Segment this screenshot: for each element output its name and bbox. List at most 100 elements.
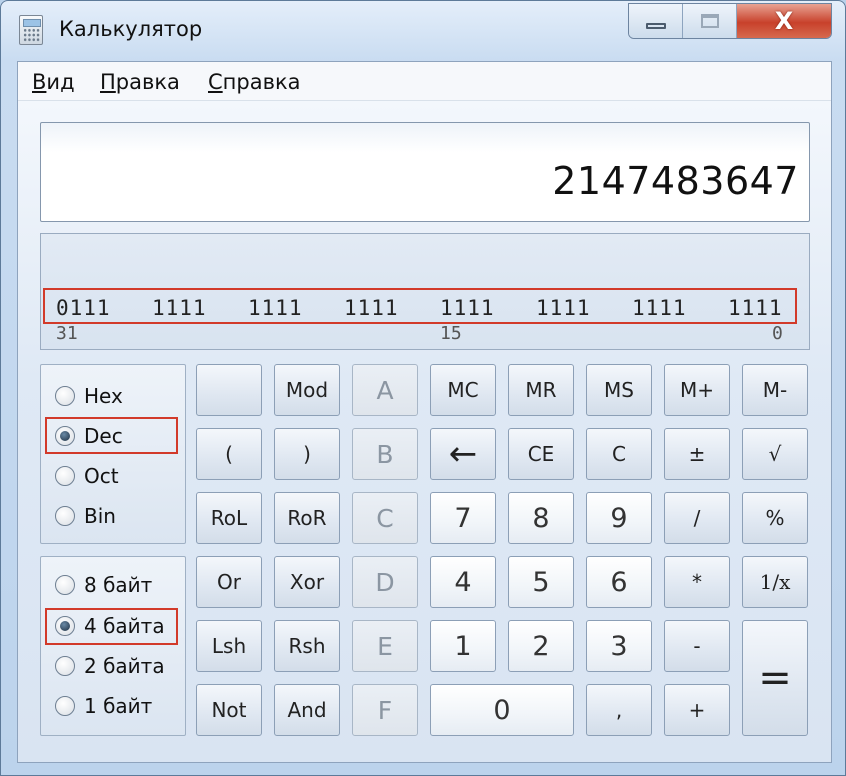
maximize-button[interactable] — [683, 4, 737, 38]
radio-dword-label: 4 байта — [84, 614, 165, 638]
menu-edit[interactable]: Правка — [100, 70, 180, 94]
right-shift-button[interactable]: Rsh — [274, 620, 340, 672]
radio-qword-label: 8 байт — [84, 573, 153, 597]
bit-display: 0111 1111 1111 1111 1111 1111 1111 1111 … — [40, 233, 810, 350]
backspace-button[interactable]: ← — [430, 428, 496, 480]
multiply-button[interactable]: * — [664, 556, 730, 608]
hex-a-button[interactable]: A — [352, 364, 418, 416]
hex-d-button[interactable]: D — [352, 556, 418, 608]
radio-byte[interactable]: 1 байт — [55, 692, 152, 720]
menu-view[interactable]: Вид — [32, 70, 75, 94]
equals-button[interactable]: = — [742, 620, 808, 736]
memory-clear-button[interactable]: MC — [430, 364, 496, 416]
digit-5-button[interactable]: 5 — [508, 556, 574, 608]
decimal-button[interactable]: , — [586, 684, 652, 736]
plus-button[interactable]: + — [664, 684, 730, 736]
calculator-icon — [19, 15, 43, 45]
memory-recall-button[interactable]: MR — [508, 364, 574, 416]
radio-button[interactable] — [55, 696, 75, 716]
radio-button-selected[interactable] — [55, 616, 75, 636]
hex-e-button[interactable]: E — [352, 620, 418, 672]
digit-1-button[interactable]: 1 — [430, 620, 496, 672]
open-paren-button[interactable]: ( — [196, 428, 262, 480]
menu-view-label: ид — [46, 70, 75, 94]
title-bar[interactable]: Калькулятор X — [1, 1, 846, 59]
window-title: Калькулятор — [59, 17, 203, 41]
bit-group[interactable]: 1111 — [536, 296, 591, 320]
minimize-icon — [645, 23, 666, 29]
radix-group: Hex Dec Oct Bin — [40, 364, 186, 544]
sqrt-button[interactable]: √ — [742, 428, 808, 480]
close-paren-button[interactable]: ) — [274, 428, 340, 480]
blank-button[interactable] — [196, 364, 262, 416]
radio-button[interactable] — [55, 575, 75, 595]
digit-9-button[interactable]: 9 — [586, 492, 652, 544]
radio-word[interactable]: 2 байта — [55, 652, 165, 680]
minimize-button[interactable] — [629, 4, 683, 38]
hex-f-button[interactable]: F — [352, 684, 418, 736]
digit-3-button[interactable]: 3 — [586, 620, 652, 672]
memory-store-button[interactable]: MS — [586, 364, 652, 416]
radio-button[interactable] — [55, 386, 75, 406]
left-shift-button[interactable]: Lsh — [196, 620, 262, 672]
menu-bar: Вид Правка Справка — [18, 62, 831, 101]
rotate-right-button[interactable]: RoR — [274, 492, 340, 544]
clear-button[interactable]: C — [586, 428, 652, 480]
bit-group[interactable]: 1111 — [248, 296, 303, 320]
bit-group[interactable]: 1111 — [152, 296, 207, 320]
memory-subtract-button[interactable]: M- — [742, 364, 808, 416]
word-size-group: 8 байт 4 байта 2 байта 1 байт — [40, 556, 186, 736]
and-button[interactable]: And — [274, 684, 340, 736]
clear-entry-button[interactable]: CE — [508, 428, 574, 480]
radio-dec-label: Dec — [84, 424, 123, 448]
radio-button[interactable] — [55, 466, 75, 486]
menu-help-label: правка — [222, 70, 301, 94]
bit-group[interactable]: 1111 — [632, 296, 687, 320]
xor-button[interactable]: Xor — [274, 556, 340, 608]
reciprocal-button[interactable]: 1/x — [742, 556, 808, 608]
radio-button[interactable] — [55, 656, 75, 676]
digit-6-button[interactable]: 6 — [586, 556, 652, 608]
close-button[interactable]: X — [737, 4, 831, 38]
bit-group[interactable]: 1111 — [728, 296, 783, 320]
bit-group[interactable]: 1111 — [440, 296, 495, 320]
or-button[interactable]: Or — [196, 556, 262, 608]
radio-oct-label: Oct — [84, 464, 119, 488]
hex-c-button[interactable]: C — [352, 492, 418, 544]
negate-button[interactable]: ± — [664, 428, 730, 480]
digit-8-button[interactable]: 8 — [508, 492, 574, 544]
menu-edit-accel: П — [100, 70, 116, 94]
radio-oct[interactable]: Oct — [55, 462, 119, 490]
percent-button[interactable]: % — [742, 492, 808, 544]
close-icon: X — [774, 7, 794, 35]
digit-0-button[interactable]: 0 — [430, 684, 574, 736]
menu-edit-label: равка — [115, 70, 180, 94]
menu-help-accel: С — [208, 70, 223, 94]
radio-hex[interactable]: Hex — [55, 382, 123, 410]
bit-group[interactable]: 1111 — [344, 296, 399, 320]
radio-button[interactable] — [55, 506, 75, 526]
digit-4-button[interactable]: 4 — [430, 556, 496, 608]
radio-bin[interactable]: Bin — [55, 502, 116, 530]
bit-group[interactable]: 0111 — [56, 296, 111, 320]
mod-button[interactable]: Mod — [274, 364, 340, 416]
rotate-left-button[interactable]: RoL — [196, 492, 262, 544]
radio-hex-label: Hex — [84, 384, 123, 408]
hex-b-button[interactable]: B — [352, 428, 418, 480]
calculator-body: Вид Правка Справка 2147483647 0111 1111 … — [17, 61, 832, 763]
minus-button[interactable]: - — [664, 620, 730, 672]
menu-help[interactable]: Справка — [208, 70, 301, 94]
memory-add-button[interactable]: M+ — [664, 364, 730, 416]
radio-qword[interactable]: 8 байт — [55, 571, 152, 599]
radio-dec[interactable]: Dec — [55, 422, 123, 450]
radio-dword[interactable]: 4 байта — [55, 612, 165, 640]
display: 2147483647 — [40, 122, 810, 222]
radio-button-selected[interactable] — [55, 426, 75, 446]
radio-byte-label: 1 байт — [84, 694, 153, 718]
digit-2-button[interactable]: 2 — [508, 620, 574, 672]
divide-button[interactable]: / — [664, 492, 730, 544]
bit-index-31: 31 — [56, 323, 78, 344]
bit-index-0: 0 — [772, 323, 783, 344]
not-button[interactable]: Not — [196, 684, 262, 736]
digit-7-button[interactable]: 7 — [430, 492, 496, 544]
